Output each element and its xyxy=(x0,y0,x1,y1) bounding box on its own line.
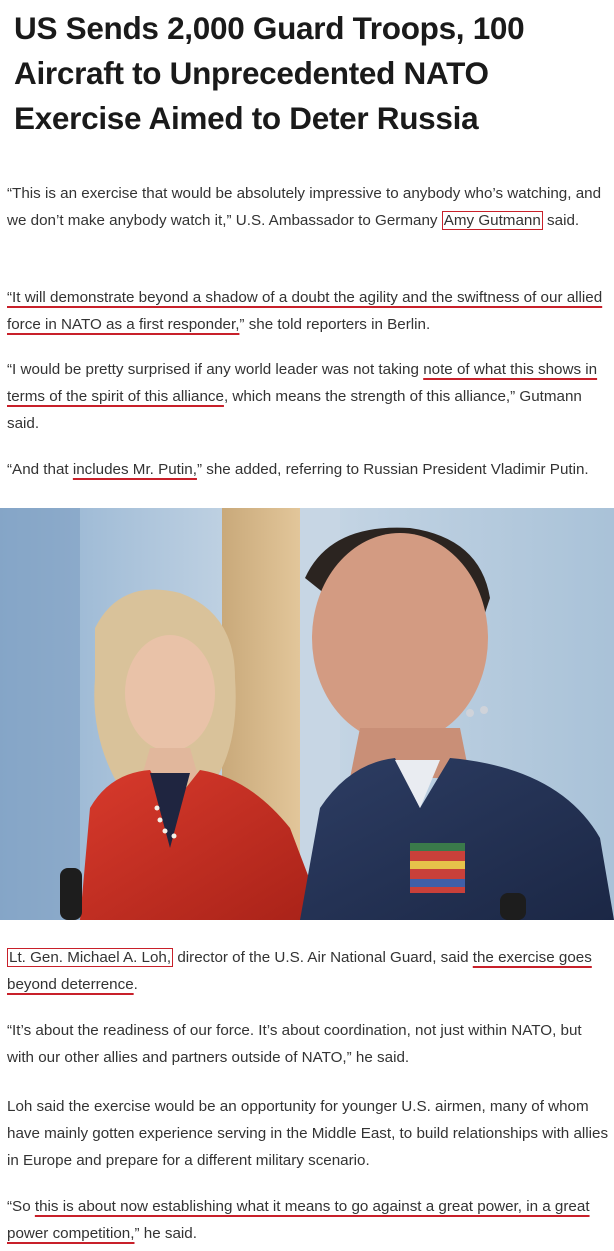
p4-underlined-phrase: includes Mr. Putin, xyxy=(72,461,197,478)
name-box-michael-loh: Lt. Gen. Michael A. Loh, xyxy=(7,948,174,967)
paragraph-2: “It will demonstrate beyond a shadow of … xyxy=(7,284,611,338)
press-conference-photo xyxy=(0,508,614,920)
paragraph-8: “So this is about now establishing what … xyxy=(7,1193,611,1247)
p2-text-after: ” she told reporters in Berlin. xyxy=(239,316,431,333)
p4-text-after: ” she added, referring to Russian Presid… xyxy=(196,461,589,478)
paragraph-5: Lt. Gen. Michael A. Loh, director of the… xyxy=(7,944,611,998)
name-box-amy-gutmann: Amy Gutmann xyxy=(441,211,543,230)
p5-text-after: . xyxy=(133,976,138,993)
paragraph-6: “It’s about the readiness of our force. … xyxy=(7,1022,582,1066)
paragraph-1: “This is an exercise that would be absol… xyxy=(7,180,611,234)
photo-illustration xyxy=(0,508,614,920)
paragraph-4: “And that includes Mr. Putin,” she added… xyxy=(7,456,611,483)
paragraph-7: Loh said the exercise would be an opport… xyxy=(7,1098,609,1169)
p8-underlined-quote: this is about now establishing what it m… xyxy=(7,1198,590,1242)
p4-text-before: “And that xyxy=(7,461,73,478)
p8-text-before: “So xyxy=(7,1198,35,1215)
p8-text-after: ” he said. xyxy=(134,1225,197,1242)
p5-text-middle: director of the U.S. Air National Guard,… xyxy=(173,949,473,966)
headline: US Sends 2,000 Guard Troops, 100 Aircraf… xyxy=(14,10,525,136)
paragraph-3: “I would be pretty surprised if any worl… xyxy=(7,356,611,437)
p3-text-before: “I would be pretty surprised if any worl… xyxy=(7,361,424,378)
p1-text-after: said. xyxy=(542,212,580,229)
